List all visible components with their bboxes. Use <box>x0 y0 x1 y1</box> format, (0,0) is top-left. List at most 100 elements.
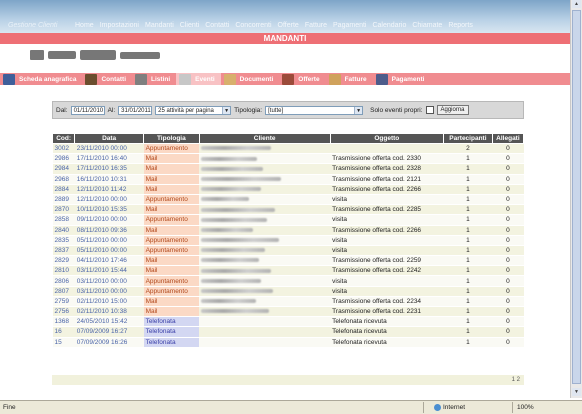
table-row[interactable]: 2837 05/11/2010 00:00 Appuntamento visita 1 0 <box>52 245 524 257</box>
nav-item-calendario[interactable]: Calendario <box>372 22 406 29</box>
tab-icon <box>375 73 388 85</box>
event-code-link[interactable]: 2806 <box>52 275 75 287</box>
scroll-down-icon[interactable]: ▼ <box>572 388 581 396</box>
tab-fatture[interactable]: Fatture <box>326 73 373 85</box>
event-code-link[interactable]: 2829 <box>52 255 75 267</box>
tab-icon <box>328 73 341 85</box>
column-header[interactable]: Oggetto <box>329 133 444 144</box>
table-row[interactable]: 2756 02/11/2010 10:38 Mail Trasmissione off… <box>52 306 524 318</box>
nav-item-impostazioni[interactable]: Impostazioni <box>100 22 139 29</box>
table-row[interactable]: 2759 02/11/2010 15:00 Mail Trasmissione off… <box>52 296 524 308</box>
event-type: Mail <box>143 225 200 236</box>
table-row[interactable]: 2807 03/11/2010 00:00 Appuntamento visita 1 0 <box>52 286 524 297</box>
column-header[interactable]: Partecipanti <box>442 133 493 144</box>
column-header[interactable]: Cod: <box>51 133 76 144</box>
date-to-input[interactable]: 31/01/2011 <box>118 105 153 115</box>
tab-listini[interactable]: Listini <box>132 73 176 85</box>
event-date: 16/11/2010 10:31 <box>74 174 144 185</box>
event-code-link[interactable]: 1368 <box>52 316 75 328</box>
tipologia-select[interactable]: [tutte] ▼ <box>265 105 364 115</box>
nav-item-reports[interactable]: Reports <box>448 22 473 29</box>
table-row[interactable]: 3002 23/11/2010 00:00 Appuntamento 2 0 <box>52 143 524 155</box>
participants-count: 1 <box>443 153 493 165</box>
nav-item-contatti[interactable]: Contatti <box>205 22 229 29</box>
event-code-link[interactable]: 2837 <box>52 245 75 257</box>
tab-eventi[interactable]: Eventi <box>176 73 221 85</box>
nav-item-home[interactable]: Home <box>75 22 94 29</box>
column-header[interactable]: Tipologia <box>143 133 200 144</box>
event-code-link[interactable]: 2835 <box>52 235 75 246</box>
tab-offerte[interactable]: Offerte <box>279 73 325 85</box>
tab-scheda-anagrafica[interactable]: Scheda anagrafica <box>0 73 82 85</box>
table-row[interactable]: 2889 12/11/2010 00:00 Appuntamento visita 1 0 <box>52 194 524 206</box>
event-date: 02/11/2010 15:00 <box>74 296 144 308</box>
event-code-link[interactable]: 2858 <box>52 214 75 226</box>
client-name-redacted <box>199 326 331 338</box>
date-from-input[interactable]: 01/11/2010 <box>70 105 105 115</box>
event-subject: visita <box>330 214 444 226</box>
nav-item-concorrenti[interactable]: Concorrenti <box>235 22 271 29</box>
table-row[interactable]: 2968 16/11/2010 10:31 Mail Trasmissione off… <box>52 174 524 185</box>
column-header[interactable]: Cliente <box>198 133 331 144</box>
event-code-link[interactable]: 2807 <box>52 286 75 297</box>
zoom-level[interactable]: 100% <box>517 404 534 411</box>
solo-eventi-checkbox[interactable] <box>425 106 434 114</box>
table-row[interactable]: 2835 05/11/2010 00:00 Appuntamento visita 1 0 <box>52 235 524 246</box>
page-title: MANDANTI <box>0 33 570 44</box>
nav-item-clienti[interactable]: Clienti <box>180 22 199 29</box>
column-header[interactable]: Data <box>74 133 145 144</box>
column-header[interactable]: Allegati <box>491 133 525 144</box>
table-row[interactable]: 2840 08/11/2010 09:36 Mail Trasmissione off… <box>52 225 524 236</box>
table-row[interactable]: 15 07/09/2009 16:26 Telefonata Telefonata r… <box>52 337 524 348</box>
attachments-count: 0 <box>492 245 524 257</box>
event-code-link[interactable]: 2810 <box>52 265 75 277</box>
aggiorna-button[interactable]: Aggiorna <box>436 105 469 115</box>
event-type: Mail <box>143 306 200 318</box>
tab-pagamenti[interactable]: Pagamenti <box>373 73 431 85</box>
event-code-link[interactable]: 2984 <box>52 163 75 175</box>
table-row[interactable]: 2870 10/11/2010 15:35 Mail Trasmissione off… <box>52 204 524 216</box>
event-type: Telefonata <box>143 326 200 338</box>
event-code-link[interactable]: 2968 <box>52 174 75 185</box>
tab-documenti[interactable]: Documenti <box>221 73 280 85</box>
event-subject: Trasmissione offerta cod. 2330 <box>330 153 444 165</box>
nav-item-pagamenti[interactable]: Pagamenti <box>333 22 366 29</box>
table-row[interactable]: 2984 17/11/2010 16:35 Mail Trasmissione off… <box>52 163 524 175</box>
pagination[interactable]: 1 2 <box>52 375 524 385</box>
redacted-client <box>201 207 276 212</box>
tab-icon <box>282 73 295 85</box>
attachments-count: 0 <box>492 194 524 206</box>
table-row[interactable]: 2810 03/11/2010 15:44 Mail Trasmissione off… <box>52 265 524 277</box>
event-code-link[interactable]: 3002 <box>52 143 75 155</box>
scroll-up-icon[interactable]: ▲ <box>572 0 581 8</box>
table-row[interactable]: 2829 04/11/2010 17:46 Mail Trasmissione off… <box>52 255 524 267</box>
table-row[interactable]: 2986 17/11/2010 16:40 Mail Trasmissione off… <box>52 153 524 165</box>
nav-item-fatture[interactable]: Fatture <box>305 22 327 29</box>
event-code-link[interactable]: 2986 <box>52 153 75 165</box>
client-name-redacted <box>199 245 331 257</box>
nav-item-mandanti[interactable]: Mandanti <box>145 22 174 29</box>
event-type: Telefonata <box>143 316 200 328</box>
event-code-link[interactable]: 16 <box>52 326 75 338</box>
tab-contatti[interactable]: Contatti <box>82 73 132 85</box>
participants-count: 1 <box>443 316 493 328</box>
vertical-scrollbar[interactable]: ▲ ▼ <box>570 0 582 398</box>
event-code-link[interactable]: 2759 <box>52 296 75 308</box>
event-code-link[interactable]: 2840 <box>52 225 75 236</box>
event-code-link[interactable]: 2870 <box>52 204 75 216</box>
event-code-link[interactable]: 15 <box>52 337 75 348</box>
event-code-link[interactable]: 2889 <box>52 194 75 206</box>
event-code-link[interactable]: 2884 <box>52 184 75 195</box>
table-row[interactable]: 1368 24/05/2010 15:42 Telefonata Telefonata… <box>52 316 524 328</box>
table-row[interactable]: 2884 12/11/2010 11:42 Mail Trasmissione off… <box>52 184 524 195</box>
per-page-select[interactable]: 25 attività per pagina ▼ <box>155 105 232 115</box>
event-code-link[interactable]: 2756 <box>52 306 75 318</box>
nav-item-offerte[interactable]: Offerte <box>278 22 299 29</box>
table-row[interactable]: 2806 03/11/2010 00:00 Appuntamento visita 1 0 <box>52 275 524 287</box>
filter-bar: Dal: 01/11/2010 Al: 31/01/2011 25 attivi… <box>52 101 524 119</box>
scrollbar-thumb[interactable] <box>572 10 581 384</box>
table-row[interactable]: 2858 09/11/2010 00:00 Appuntamento visita 1 0 <box>52 214 524 226</box>
nav-item-chiamate[interactable]: Chiamate <box>412 22 442 29</box>
table-row[interactable]: 16 07/09/2009 16:27 Telefonata Telefonata r… <box>52 326 524 338</box>
participants-count: 1 <box>443 225 493 236</box>
